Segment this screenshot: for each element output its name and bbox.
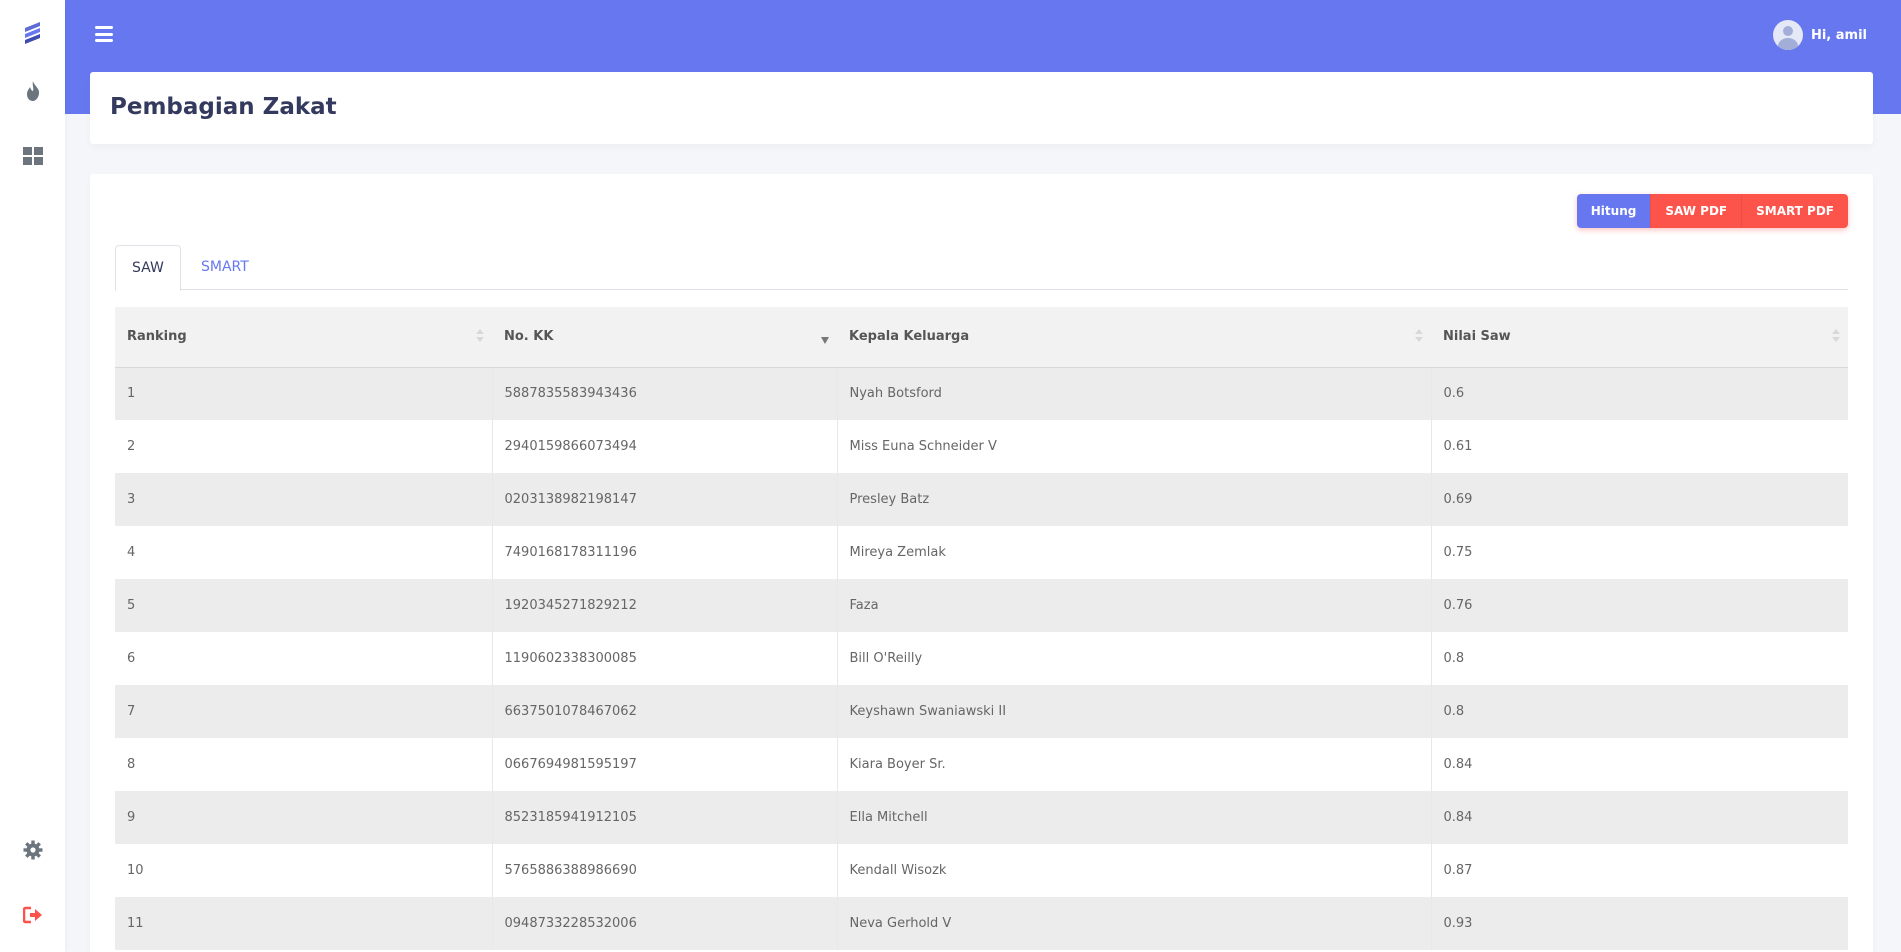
cell-kepala-keluarga: Neva Gerhold V [837,897,1432,950]
cell-nilai-saw: 0.84 [1431,791,1848,844]
page-title: Pembagian Zakat [110,94,337,120]
table-row: 7 6637501078467062 Keyshawn Swaniawski II 0… [115,685,1848,738]
cell-no-kk: 0948733228532006 [492,897,838,950]
cell-kepala-keluarga: Faza [837,579,1432,632]
table-row: 4 7490168178311196 Mireya Zemlak 0.75 [115,526,1848,579]
table-row: 8 0667694981595197 Kiara Boyer Sr. 0.84 [115,738,1848,791]
sort-icon [1415,329,1423,345]
dashboard-icon[interactable] [20,143,46,169]
cell-ranking: 9 [115,791,493,844]
table-row: 10 5765886388986690 Kendall Wisozk 0.87 [115,844,1848,897]
cell-kepala-keluarga: Presley Batz [837,473,1432,526]
tab-saw[interactable]: SAW [115,245,181,291]
column-header-nilai-saw[interactable]: Nilai Saw [1431,307,1848,368]
fire-icon[interactable] [20,78,46,104]
cell-nilai-saw: 0.8 [1431,685,1848,738]
ranking-table: Ranking No. KK Kepala Keluarga Nilai Saw [115,307,1848,950]
hitung-button[interactable]: Hitung [1576,194,1651,228]
cell-kepala-keluarga: Kiara Boyer Sr. [837,738,1432,791]
settings-icon[interactable] [20,837,46,863]
user-greeting[interactable]: Hi, amil [1811,28,1867,43]
table-header-row: Ranking No. KK Kepala Keluarga Nilai Saw [115,307,1848,368]
cell-ranking: 11 [115,897,493,950]
logo-icon[interactable] [20,20,46,46]
user-menu[interactable]: Hi, amil [1772,20,1867,50]
cell-nilai-saw: 0.75 [1431,526,1848,579]
cell-ranking: 3 [115,473,493,526]
cell-no-kk: 1190602338300085 [492,632,838,685]
cell-nilai-saw: 0.93 [1431,897,1848,950]
sort-icon [476,329,484,345]
cell-ranking: 4 [115,526,493,579]
table-row: 2 2940159866073494 Miss Euna Schneider V 0.… [115,420,1848,473]
cell-kepala-keluarga: Kendall Wisozk [837,844,1432,897]
sidebar [0,0,65,952]
cell-no-kk: 2940159866073494 [492,420,838,473]
cell-nilai-saw: 0.69 [1431,473,1848,526]
sort-icon [1832,329,1840,345]
cell-no-kk: 6637501078467062 [492,685,838,738]
column-header-no-kk[interactable]: No. KK [492,307,837,368]
table-row: 5 1920345271829212 Faza 0.76 [115,579,1848,632]
cell-kepala-keluarga: Bill O'Reilly [837,632,1432,685]
column-header-ranking[interactable]: Ranking [115,307,492,368]
cell-ranking: 8 [115,738,493,791]
column-header-label: Nilai Saw [1443,329,1511,345]
cell-ranking: 2 [115,420,493,473]
cell-ranking: 7 [115,685,493,738]
tab-smart[interactable]: SMART [185,245,265,291]
table-row: 11 0948733228532006 Neva Gerhold V 0.93 [115,897,1848,950]
cell-kepala-keluarga: Mireya Zemlak [837,526,1432,579]
cell-no-kk: 0667694981595197 [492,738,838,791]
saw-pdf-button[interactable]: SAW PDF [1650,194,1742,228]
cell-kepala-keluarga: Miss Euna Schneider V [837,420,1432,473]
cell-no-kk: 1920345271829212 [492,579,838,632]
cell-ranking: 6 [115,632,493,685]
column-header-label: Kepala Keluarga [849,329,970,345]
cell-no-kk: 0203138982198147 [492,473,838,526]
method-tabs: SAW SMART [115,245,1848,291]
table-row: 3 0203138982198147 Presley Batz 0.69 [115,473,1848,526]
logout-icon[interactable] [20,902,46,928]
cell-kepala-keluarga: Keyshawn Swaniawski II [837,685,1432,738]
table-row: 1 5887835583943436 Nyah Botsford 0.6 [115,367,1848,420]
cell-ranking: 5 [115,579,493,632]
section-header: Pembagian Zakat [90,72,1873,144]
table-row: 6 1190602338300085 Bill O'Reilly 0.8 [115,632,1848,685]
action-button-group: Hitung SAW PDF SMART PDF [1576,194,1848,228]
cell-nilai-saw: 0.6 [1431,367,1848,420]
cell-nilai-saw: 0.8 [1431,632,1848,685]
cell-no-kk: 5765886388986690 [492,844,838,897]
table-row: 9 8523185941912105 Ella Mitchell 0.84 [115,791,1848,844]
main-card: Hitung SAW PDF SMART PDF SAW SMART Ranki… [90,174,1873,952]
cell-kepala-keluarga: Ella Mitchell [837,791,1432,844]
column-header-label: Ranking [127,329,187,345]
cell-nilai-saw: 0.84 [1431,738,1848,791]
cell-no-kk: 5887835583943436 [492,367,838,420]
ranking-table-wrapper: Ranking No. KK Kepala Keluarga Nilai Saw [115,307,1848,950]
cell-ranking: 10 [115,844,493,897]
cell-nilai-saw: 0.87 [1431,844,1848,897]
table-body: 1 5887835583943436 Nyah Botsford 0.6 2 29401… [115,367,1848,950]
cell-nilai-saw: 0.76 [1431,579,1848,632]
column-header-label: No. KK [504,329,554,345]
smart-pdf-button[interactable]: SMART PDF [1741,194,1848,228]
cell-nilai-saw: 0.61 [1431,420,1848,473]
column-header-kepala-keluarga[interactable]: Kepala Keluarga [837,307,1431,368]
menu-toggle-icon[interactable] [95,26,113,42]
cell-ranking: 1 [115,367,493,420]
avatar[interactable] [1772,20,1803,50]
cell-no-kk: 8523185941912105 [492,791,838,844]
cell-kepala-keluarga: Nyah Botsford [837,367,1432,420]
sort-desc-icon [821,329,829,345]
cell-no-kk: 7490168178311196 [492,526,838,579]
